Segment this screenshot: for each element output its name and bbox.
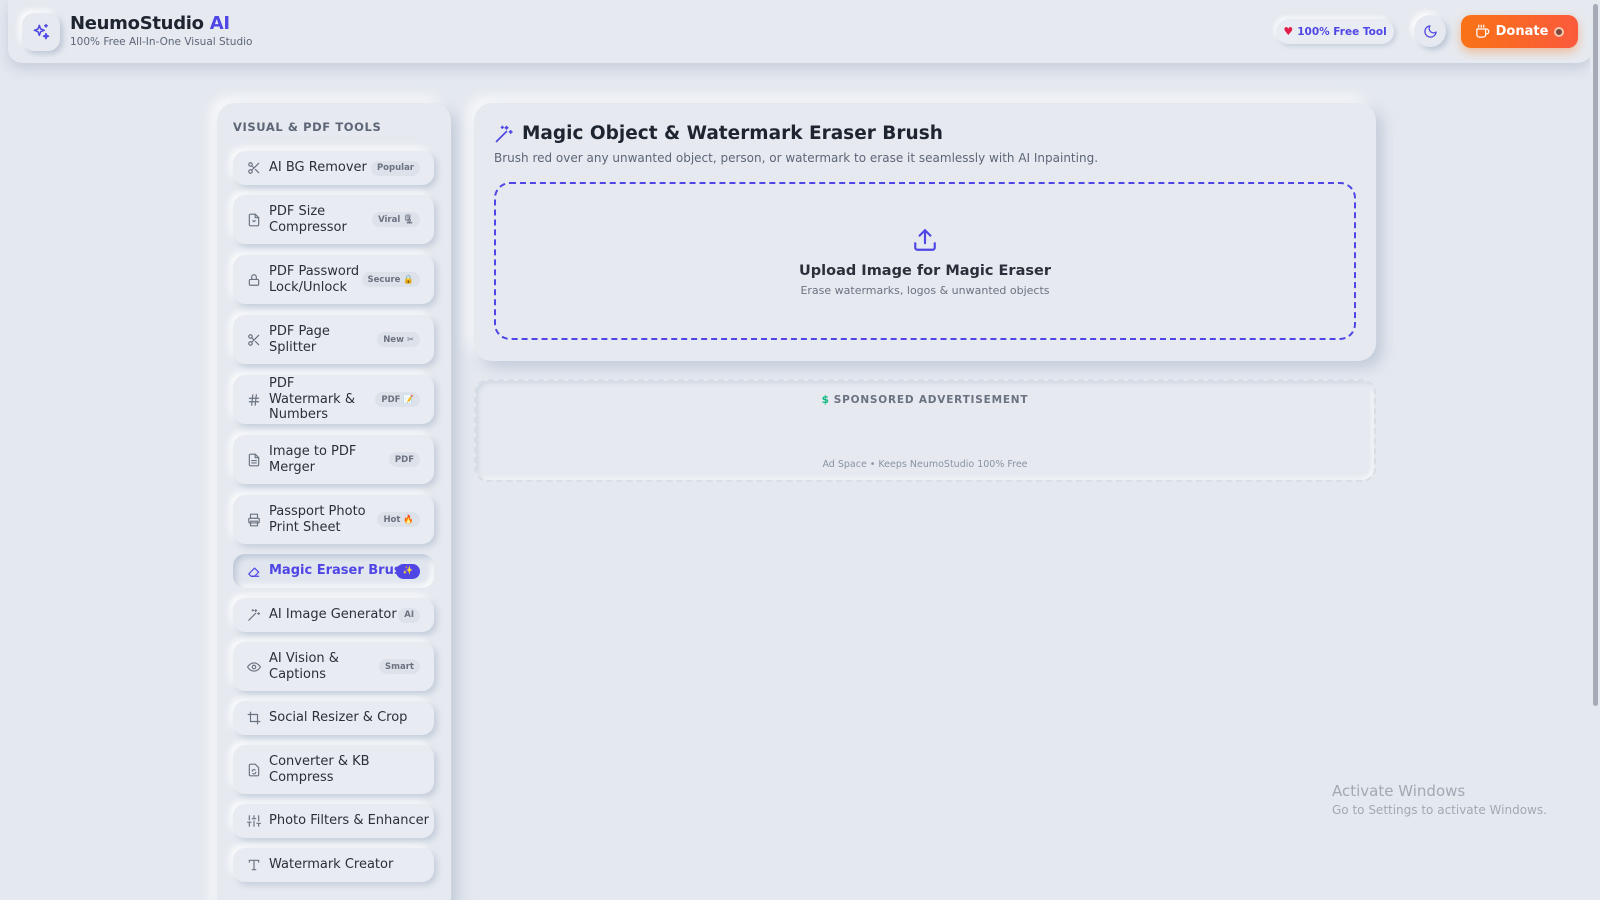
scissors-icon: [246, 332, 262, 348]
dollar-icon: $: [821, 394, 830, 406]
sidebar-item-badge: Viral 🗜: [372, 212, 420, 227]
scissors-icon: [246, 160, 262, 176]
sidebar-title: VISUAL & PDF TOOLS: [233, 120, 382, 134]
document-icon: [246, 452, 262, 468]
sidebar-item-label: Social Resizer & Crop: [269, 710, 408, 726]
sidebar-item-ai-bg-remover[interactable]: AI BG Remover Popular: [233, 151, 434, 185]
file-icon: [246, 212, 262, 228]
ad-label: $ SPONSORED ADVERTISEMENT: [476, 394, 1374, 406]
tool-title-row: Magic Object & Watermark Eraser Brush: [494, 123, 943, 144]
sidebar-item-ai-vision[interactable]: AI Vision & Captions Smart: [233, 642, 434, 691]
upload-icon: [914, 229, 936, 251]
coffee-icon: [1475, 24, 1489, 38]
donate-label: Donate: [1495, 24, 1549, 39]
sidebar-item-badge: Smart: [379, 659, 420, 674]
tool-title: Magic Object & Watermark Eraser Brush: [522, 123, 943, 144]
magic-eraser-card: Magic Object & Watermark Eraser Brush Br…: [474, 103, 1376, 361]
brand: NeumoStudio AI 100% Free All-In-One Visu…: [70, 13, 252, 48]
sidebar-item-pdf-page-splitter[interactable]: PDF Page Splitter New ✂: [233, 315, 434, 364]
lock-icon: [246, 272, 262, 288]
brand-title: NeumoStudio AI: [70, 13, 252, 34]
tool-description: Brush red over any unwanted object, pers…: [494, 151, 1099, 165]
sidebar-item-pdf-size-compressor[interactable]: PDF Size Compressor Viral 🗜: [233, 195, 434, 244]
top-header: NeumoStudio AI 100% Free All-In-One Visu…: [8, 0, 1592, 63]
sidebar-item-pdf-password[interactable]: PDF Password Lock/Unlock Secure 🔒: [233, 255, 434, 304]
sidebar-item-badge: New ✂: [377, 332, 420, 347]
sidebar-item-ai-image-generator[interactable]: AI Image Generator AI: [233, 598, 434, 632]
free-tool-badge: ♥ 100% Free Tool: [1276, 19, 1394, 44]
sidebar-item-photo-filters[interactable]: Photo Filters & Enhancer: [233, 804, 434, 838]
sidebar-item-magic-eraser[interactable]: Magic Eraser Brush ✨: [233, 554, 434, 588]
windows-activation-watermark: Activate Windows Go to Settings to activ…: [1332, 782, 1547, 817]
text-icon: [246, 857, 262, 873]
sidebar-item-label: Passport Photo Print Sheet: [269, 504, 366, 535]
sidebar-item-label: AI Vision & Captions: [269, 651, 339, 682]
sidebar-item-badge: Secure 🔒: [361, 272, 420, 287]
ad-footer: Ad Space • Keeps NeumoStudio 100% Free: [822, 459, 1028, 470]
sliders-icon: [246, 813, 262, 829]
sidebar-item-badge: Hot 🔥: [377, 512, 420, 527]
sidebar-item-pdf-watermark-numbers[interactable]: PDF Watermark & Numbers PDF 📝: [233, 375, 434, 424]
sidebar-item-converter[interactable]: Converter & KB Compress: [233, 745, 434, 794]
sidebar-item-label: Magic Eraser Brush: [269, 563, 411, 579]
sidebar-item-social-resizer[interactable]: Social Resizer & Crop: [233, 701, 434, 735]
sidebar-item-passport-photo[interactable]: Passport Photo Print Sheet Hot 🔥: [233, 495, 434, 544]
page-scrollbar[interactable]: [1590, 0, 1600, 900]
eye-icon: [246, 659, 262, 675]
sidebar-item-label: AI BG Remover: [269, 160, 367, 176]
sidebar-item-badge: PDF 📝: [375, 392, 420, 407]
sidebar-item-label: PDF Page Splitter: [269, 324, 330, 355]
sponsored-ad-slot: $ SPONSORED ADVERTISEMENT Ad Space • Keep…: [474, 379, 1376, 482]
scrollbar-thumb[interactable]: [1593, 4, 1598, 706]
sidebar-item-badge: ✨: [396, 563, 420, 579]
moon-icon: [1423, 24, 1437, 38]
donate-button[interactable]: Donate: [1461, 15, 1578, 48]
brand-tagline: 100% Free All-In-One Visual Studio: [70, 36, 253, 48]
image-upload-dropzone[interactable]: Upload Image for Magic Eraser Erase wate…: [494, 182, 1356, 340]
brand-ai: AI: [209, 13, 230, 34]
sidebar-item-badge: Popular: [370, 160, 420, 176]
magic-wand-icon: [495, 125, 513, 142]
magic-wand-icon: [246, 607, 262, 623]
sidebar-item-badge: PDF: [388, 452, 420, 467]
upload-title: Upload Image for Magic Eraser: [799, 263, 1051, 279]
sidebar-item-image-to-pdf[interactable]: Image to PDF Merger PDF: [233, 435, 434, 484]
sidebar-item-label: Watermark Creator: [269, 857, 394, 873]
upload-subtitle: Erase watermarks, logos & unwanted objec…: [800, 284, 1050, 297]
sparkles-icon: [33, 23, 50, 40]
sidebar-item-label: PDF Password Lock/Unlock: [269, 264, 360, 295]
heart-icon: ♥: [1283, 25, 1294, 38]
convert-file-icon: [246, 762, 262, 778]
ad-label-text: SPONSORED ADVERTISEMENT: [833, 394, 1029, 406]
tools-sidebar: VISUAL & PDF TOOLS AI BG Remover Popular…: [217, 103, 451, 900]
donate-indicator-icon: [1554, 26, 1565, 37]
sidebar-item-label: PDF Watermark & Numbers: [269, 376, 355, 423]
sidebar-item-watermark-creator[interactable]: Watermark Creator: [233, 848, 434, 882]
logo-badge[interactable]: [22, 13, 60, 51]
hash-icon: [246, 392, 262, 408]
sidebar-item-label: AI Image Generator: [269, 607, 397, 623]
activation-subtitle: Go to Settings to activate Windows.: [1332, 803, 1547, 817]
sidebar-item-label: Image to PDF Merger: [269, 444, 357, 475]
sidebar-item-badge: AI: [398, 607, 420, 623]
crop-icon: [246, 710, 262, 726]
sidebar-item-label: PDF Size Compressor: [269, 204, 347, 235]
theme-toggle-button[interactable]: [1414, 15, 1446, 47]
sidebar-item-label: Converter & KB Compress: [269, 754, 370, 785]
sidebar-item-label: Photo Filters & Enhancer: [269, 813, 429, 829]
brand-name: NeumoStudio: [70, 13, 204, 34]
eraser-icon: [246, 563, 262, 579]
activation-title: Activate Windows: [1332, 782, 1466, 800]
free-tool-label: 100% Free Tool: [1297, 25, 1387, 38]
printer-icon: [246, 512, 262, 528]
